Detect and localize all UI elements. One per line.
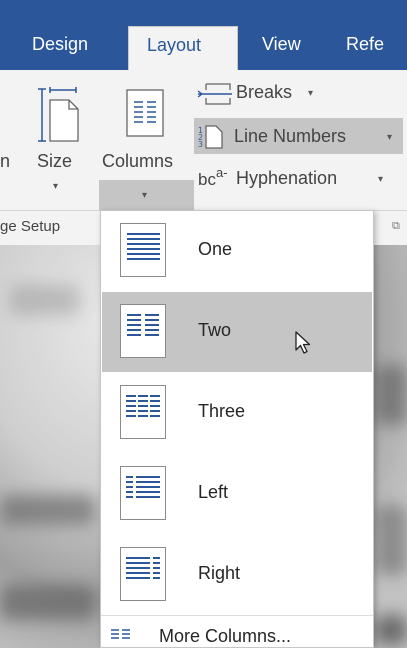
size-dropdown-caret: ▾ [53, 181, 59, 192]
line-numbers-button[interactable]: 1 2 3 Line Numbers ▾ [194, 118, 403, 154]
two-columns-icon [120, 304, 166, 358]
margins-label-cut: n [0, 151, 11, 171]
hyphenation-button[interactable]: bca- Hyphenation ▾ [196, 162, 396, 194]
page-setup-group-label: ge Setup [0, 218, 61, 235]
left-column-icon [120, 466, 166, 520]
columns-label: Columns [102, 151, 174, 171]
breaks-label: Breaks [236, 82, 293, 102]
size-button[interactable]: Size ▾ [28, 80, 90, 200]
tab-references[interactable]: Refe [346, 34, 384, 55]
line-numbers-caret: ▾ [387, 132, 393, 143]
breaks-caret: ▾ [308, 88, 314, 99]
columns-option-label: One [198, 239, 233, 259]
columns-option-right[interactable]: Right [102, 535, 372, 615]
columns-option-one[interactable]: One [102, 211, 372, 291]
hyphenation-caret: ▾ [378, 174, 384, 185]
tab-layout[interactable]: Layout [128, 26, 238, 72]
tab-layout-label: Layout [147, 35, 202, 55]
three-columns-icon [120, 385, 166, 439]
right-column-icon [120, 547, 166, 601]
columns-option-label: Two [198, 320, 232, 340]
columns-button[interactable]: Columns [98, 80, 194, 171]
columns-option-two[interactable]: Two [102, 292, 372, 372]
mouse-cursor-icon [295, 331, 311, 354]
columns-dropdown-caret: ▾ [142, 190, 148, 201]
columns-icon [126, 89, 164, 137]
page-size-icon [38, 87, 79, 142]
tab-view[interactable]: View [262, 34, 301, 55]
svg-text:3: 3 [198, 140, 203, 149]
line-numbers-label: Line Numbers [234, 126, 347, 146]
more-columns-icon [111, 629, 130, 639]
hyphenation-label: Hyphenation [236, 168, 338, 188]
columns-option-label: Right [198, 563, 241, 583]
more-columns-item[interactable]: More Columns... [102, 616, 372, 648]
columns-option-three[interactable]: Three [102, 373, 372, 453]
tab-design[interactable]: Design [32, 34, 88, 55]
breaks-button[interactable]: Breaks ▾ [196, 78, 336, 108]
breaks-icon [197, 83, 232, 105]
one-column-icon [120, 223, 166, 277]
dialog-launcher-icon[interactable]: ⧉ [392, 220, 400, 233]
size-label: Size [37, 151, 73, 171]
more-columns-label: More Columns... [159, 626, 292, 646]
columns-option-label: Left [198, 482, 229, 502]
hyphenation-icon: bca- [198, 165, 228, 189]
columns-option-left[interactable]: Left [102, 454, 372, 534]
columns-dropdown-toggle[interactable]: ▾ [99, 180, 194, 210]
columns-menu: One Two Three Left Right More Columns... [100, 210, 374, 648]
line-numbers-icon: 1 2 3 [198, 125, 223, 149]
columns-option-label: Three [198, 401, 246, 421]
